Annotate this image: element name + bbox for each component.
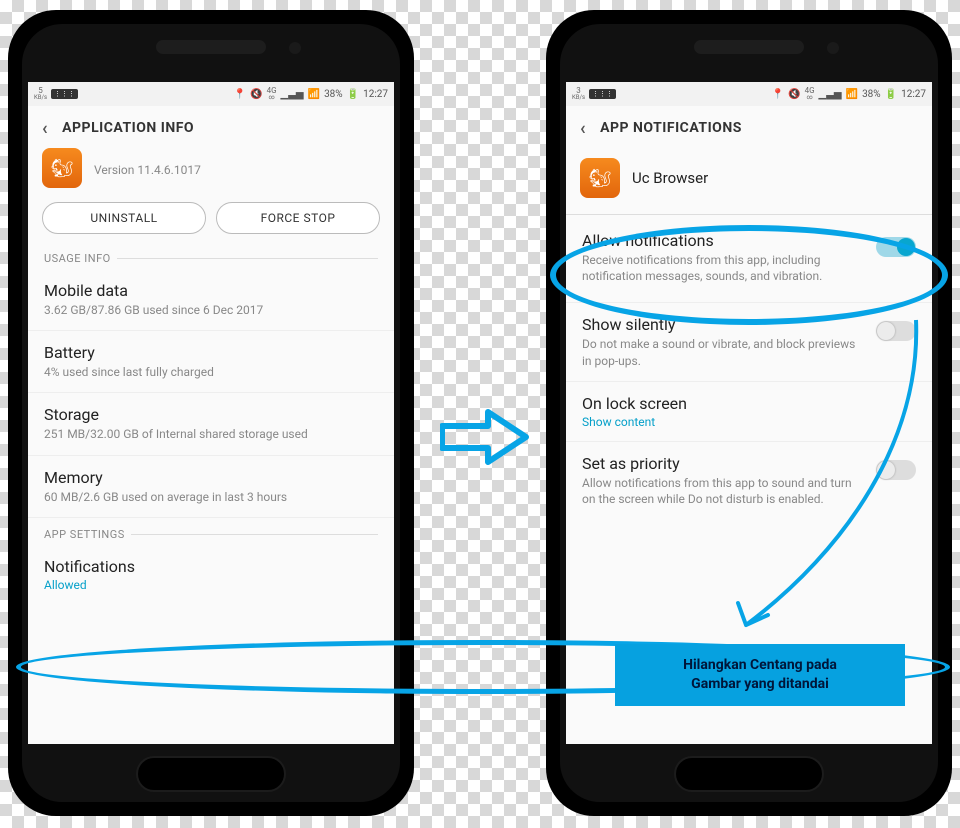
earpiece bbox=[156, 40, 266, 54]
squirrel-icon: 🐿 bbox=[51, 158, 74, 179]
battery-pct: 38% bbox=[862, 89, 881, 100]
status-bar: 5 KB/s ⋮⋮⋮ 📍 🔇 4G ∞ ▁▃▅ 📶 38% 🔋 bbox=[28, 82, 394, 106]
front-camera bbox=[289, 42, 301, 54]
big-arrow-icon bbox=[440, 408, 530, 466]
net-speed-indicator: 5 KB/s bbox=[34, 87, 47, 101]
bbm-icon: ⋮⋮⋮ bbox=[51, 89, 78, 99]
setting-show-silently[interactable]: Show silently Do not make a sound or vib… bbox=[566, 303, 932, 381]
section-line bbox=[131, 534, 378, 535]
page-title: APPLICATION INFO bbox=[62, 120, 194, 136]
wifi-icon: ▁▃▅ bbox=[819, 89, 842, 100]
notifications-status: Allowed bbox=[44, 578, 378, 592]
app-icon: 🐿 bbox=[42, 148, 82, 188]
clock: 12:27 bbox=[901, 89, 926, 100]
notifications-title: Notifications bbox=[44, 557, 378, 576]
setting-notifications[interactable]: Notifications Allowed bbox=[28, 545, 394, 604]
instruction-banner: Hilangkan Centang pada Gambar yang ditan… bbox=[615, 644, 905, 706]
allow-title: Allow notifications bbox=[582, 231, 866, 250]
location-icon: 📍 bbox=[234, 89, 246, 100]
section-app-settings: APP SETTINGS bbox=[28, 518, 394, 545]
memory-title: Memory bbox=[44, 468, 378, 487]
battery-icon: 🔋 bbox=[347, 89, 359, 100]
sound-icon: 🔇 bbox=[250, 89, 262, 100]
battery-title: Battery bbox=[44, 343, 378, 362]
network-sub: ∞ bbox=[268, 95, 274, 101]
net-speed-unit: KB/s bbox=[34, 95, 47, 101]
setting-storage[interactable]: Storage 251 MB/32.00 GB of Internal shar… bbox=[28, 393, 394, 455]
battery-sub: 4% used since last fully charged bbox=[44, 364, 378, 380]
setting-allow-notifications[interactable]: Allow notifications Receive notification… bbox=[566, 215, 932, 303]
silent-sub: Do not make a sound or vibrate, and bloc… bbox=[582, 336, 866, 368]
screen-left: 5 KB/s ⋮⋮⋮ 📍 🔇 4G ∞ ▁▃▅ 📶 38% 🔋 bbox=[28, 82, 394, 744]
allow-toggle[interactable] bbox=[876, 237, 916, 257]
memory-sub: 60 MB/2.6 GB used on average in last 3 h… bbox=[44, 489, 378, 505]
action-buttons: UNINSTALL FORCE STOP bbox=[28, 198, 394, 248]
silent-title: Show silently bbox=[582, 315, 866, 334]
clock: 12:27 bbox=[363, 89, 388, 100]
app-header-row: 🐿 Version 11.4.6.1017 bbox=[28, 146, 394, 198]
net-speed-indicator: 3 KB/s bbox=[572, 87, 585, 101]
priority-sub: Allow notifications from this app to sou… bbox=[582, 475, 866, 507]
mobile-data-sub: 3.62 GB/87.86 GB used since 6 Dec 2017 bbox=[44, 302, 378, 318]
uninstall-button[interactable]: UNINSTALL bbox=[42, 202, 206, 234]
lock-title: On lock screen bbox=[582, 394, 916, 413]
network-type: 4G ∞ bbox=[805, 87, 815, 101]
allow-sub: Receive notifications from this app, inc… bbox=[582, 252, 866, 284]
battery-pct: 38% bbox=[324, 89, 343, 100]
back-button[interactable]: ‹ bbox=[42, 118, 48, 139]
priority-title: Set as priority bbox=[582, 454, 866, 473]
mobile-data-title: Mobile data bbox=[44, 281, 378, 300]
app-version: Version 11.4.6.1017 bbox=[94, 163, 201, 177]
priority-toggle[interactable] bbox=[876, 460, 916, 480]
page-title: APP NOTIFICATIONS bbox=[600, 120, 742, 136]
app-name: Uc Browser bbox=[632, 169, 708, 187]
app-bar: ‹ APP NOTIFICATIONS bbox=[566, 106, 932, 150]
setting-memory[interactable]: Memory 60 MB/2.6 GB used on average in l… bbox=[28, 456, 394, 518]
phone-frame-left: 5 KB/s ⋮⋮⋮ 📍 🔇 4G ∞ ▁▃▅ 📶 38% 🔋 bbox=[8, 10, 414, 816]
wifi-icon: ▁▃▅ bbox=[281, 89, 304, 100]
setting-battery[interactable]: Battery 4% used since last fully charged bbox=[28, 331, 394, 393]
storage-sub: 251 MB/32.00 GB of Internal shared stora… bbox=[44, 426, 378, 442]
app-bar: ‹ APPLICATION INFO bbox=[28, 106, 394, 150]
setting-priority[interactable]: Set as priority Allow notifications from… bbox=[566, 442, 932, 519]
front-camera bbox=[827, 42, 839, 54]
storage-title: Storage bbox=[44, 405, 378, 424]
setting-mobile-data[interactable]: Mobile data 3.62 GB/87.86 GB used since … bbox=[28, 269, 394, 331]
bbm-icon: ⋮⋮⋮ bbox=[589, 89, 616, 99]
section-line bbox=[117, 258, 378, 259]
network-type: 4G ∞ bbox=[267, 87, 277, 101]
setting-lock-screen[interactable]: On lock screen Show content bbox=[566, 382, 932, 442]
signal-icon: 📶 bbox=[308, 89, 320, 100]
phone-inner-left: 5 KB/s ⋮⋮⋮ 📍 🔇 4G ∞ ▁▃▅ 📶 38% 🔋 bbox=[22, 24, 400, 802]
force-stop-button[interactable]: FORCE STOP bbox=[216, 202, 380, 234]
status-bar: 3 KB/s ⋮⋮⋮ 📍 🔇 4G ∞ ▁▃▅ 📶 38% 🔋 bbox=[566, 82, 932, 106]
section-app-label: APP SETTINGS bbox=[44, 528, 125, 541]
section-usage-info: USAGE INFO bbox=[28, 248, 394, 269]
net-speed-unit: KB/s bbox=[572, 95, 585, 101]
app-icon: 🐿 bbox=[580, 158, 620, 198]
squirrel-icon: 🐿 bbox=[589, 168, 612, 189]
back-button[interactable]: ‹ bbox=[580, 118, 586, 139]
signal-icon: 📶 bbox=[846, 89, 858, 100]
earpiece bbox=[694, 40, 804, 54]
location-icon: 📍 bbox=[772, 89, 784, 100]
home-button[interactable] bbox=[136, 756, 286, 792]
section-usage-label: USAGE INFO bbox=[44, 252, 111, 265]
battery-icon: 🔋 bbox=[885, 89, 897, 100]
banner-line2: Gambar yang ditandai bbox=[629, 675, 891, 694]
lock-link: Show content bbox=[582, 415, 916, 429]
banner-line1: Hilangkan Centang pada bbox=[629, 656, 891, 675]
sound-icon: 🔇 bbox=[788, 89, 800, 100]
app-header-row: 🐿 Uc Browser bbox=[566, 150, 932, 214]
home-button[interactable] bbox=[674, 756, 824, 792]
silent-toggle[interactable] bbox=[876, 321, 916, 341]
